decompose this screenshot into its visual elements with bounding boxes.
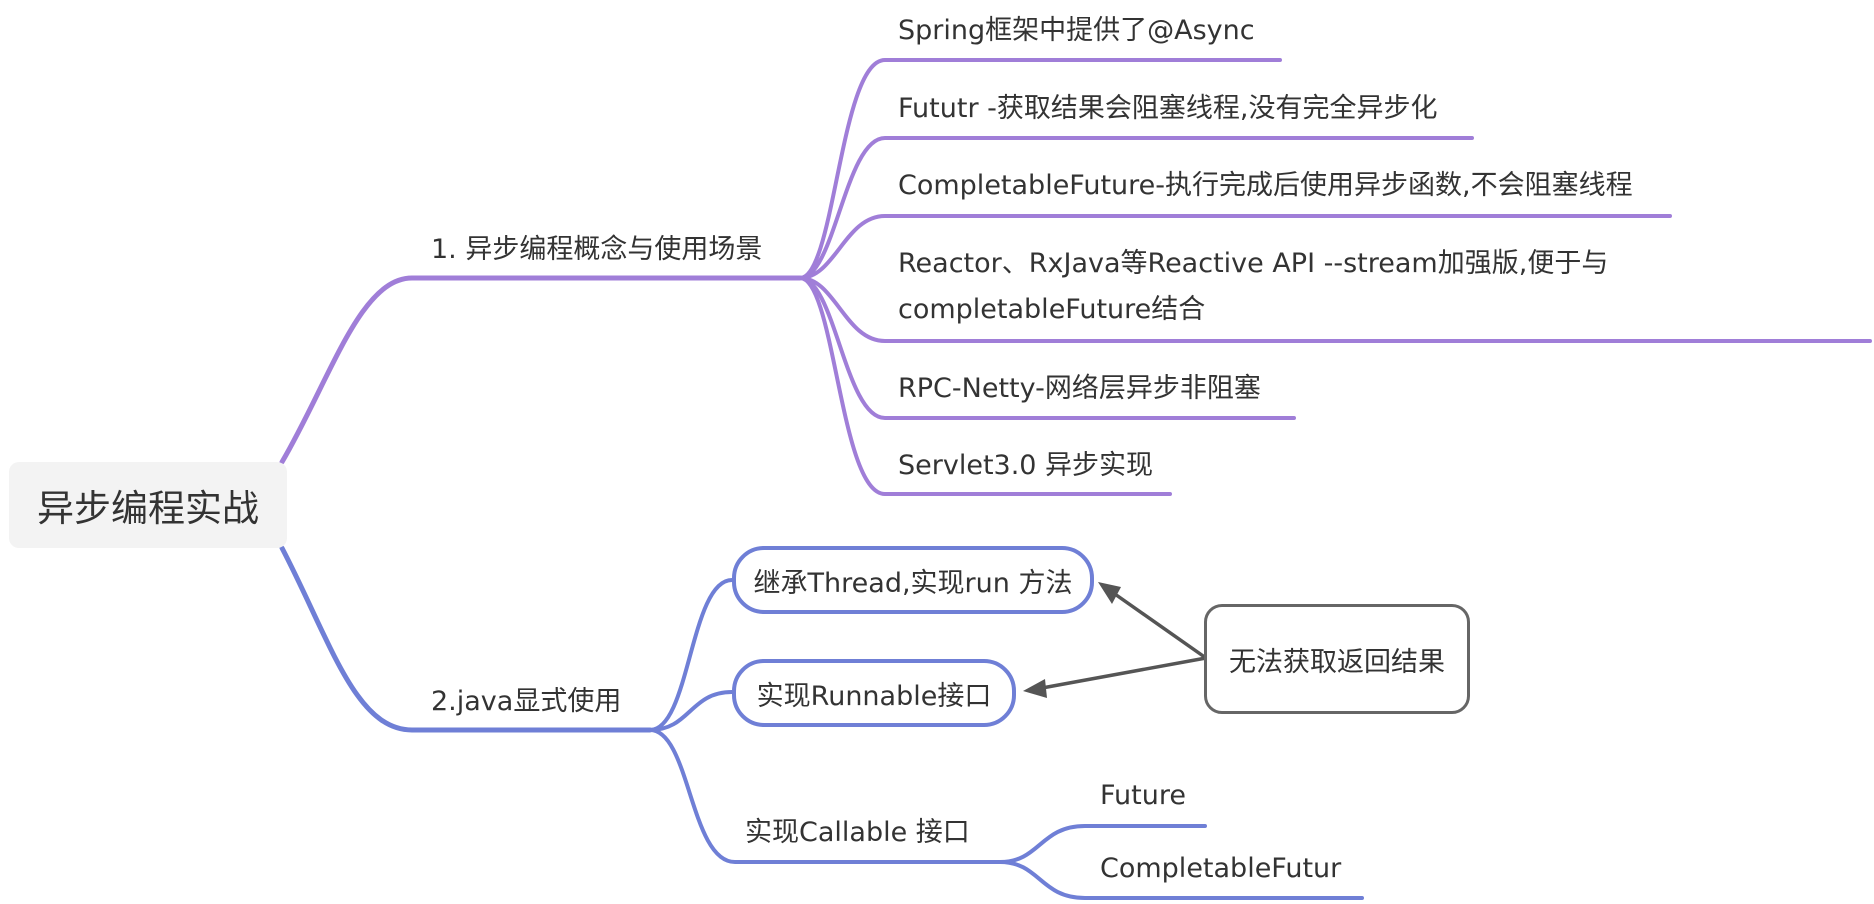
b1-item1-label[interactable]: Spring框架中提供了@Async [898,8,1255,54]
branch1-label[interactable]: 1. 异步编程概念与使用场景 [431,227,762,273]
edge-b2-item1 [648,578,734,732]
b2-item3-label[interactable]: 实现Callable 接口 [745,810,970,856]
b1-item6-label[interactable]: Servlet3.0 异步实现 [898,443,1153,489]
arrowhead-thread [1098,582,1121,604]
callout-node[interactable]: 无法获取返回结果 [1204,604,1470,714]
edge-root-branch1 [279,275,803,465]
callable-child-future-label[interactable]: Future [1100,773,1186,819]
b1-item2-label[interactable]: Fututr -获取结果会阻塞线程,没有完全异步化 [898,86,1437,132]
b2-item1-node[interactable]: 继承Thread,实现run 方法 [732,546,1094,614]
branch2-label[interactable]: 2.java显式使用 [431,679,621,725]
arrow-callout-to-thread [1110,590,1208,660]
b1-item5-label[interactable]: RPC-Netty-网络层异步非阻塞 [898,366,1261,412]
arrow-callout-to-runnable [1040,656,1208,690]
b1-item4-label[interactable]: Reactor、RxJava等Reactive API --stream加强版,… [898,241,1658,333]
b1-item3-label[interactable]: CompletableFuture-执行完成后使用异步函数,不会阻塞线程 [898,163,1633,209]
callable-child-completable-label[interactable]: CompletableFutur [1100,846,1341,892]
arrowhead-runnable [1023,679,1047,698]
b2-item2-node[interactable]: 实现Runnable接口 [732,659,1016,727]
root-node[interactable]: 异步编程实战 [9,462,287,548]
